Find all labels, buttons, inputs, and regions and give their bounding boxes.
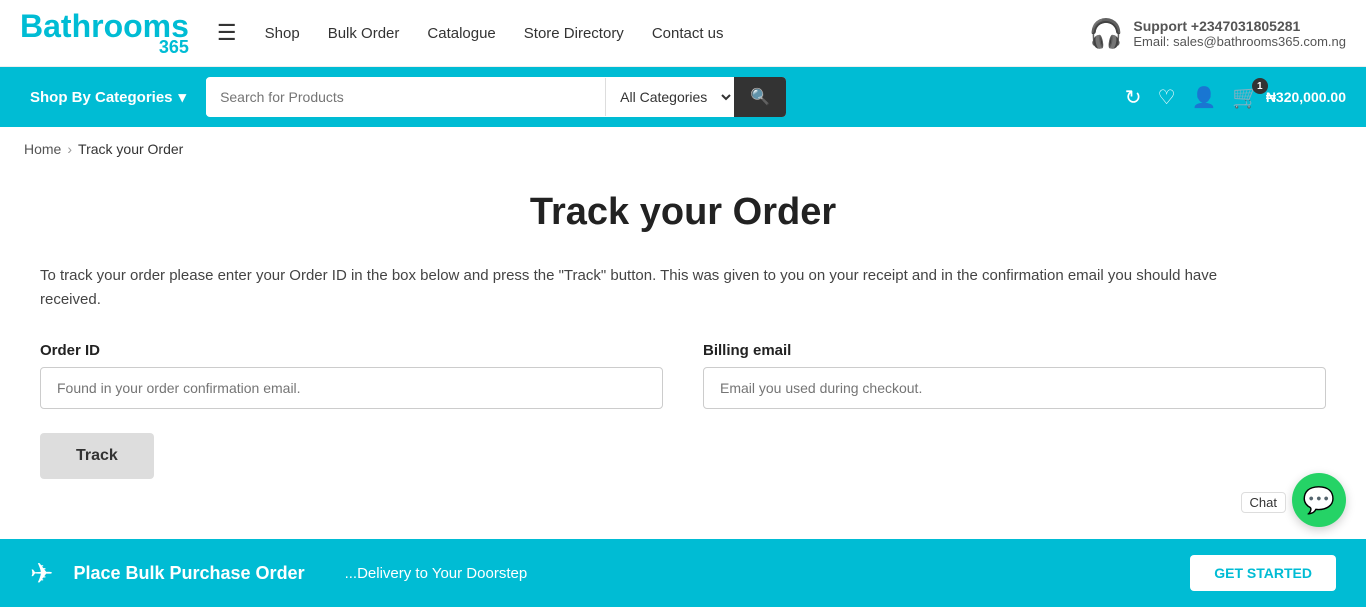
- support-label: Support: [1133, 18, 1187, 34]
- whatsapp-chat-button[interactable]: 💬 Chat: [1292, 473, 1346, 527]
- hamburger-icon: ☰: [217, 20, 237, 45]
- nav-shop[interactable]: Shop: [265, 25, 300, 42]
- bulk-primary-text: Place Bulk Purchase Order: [73, 563, 304, 584]
- top-header: Bathrooms 365 ☰ Shop Bulk Order Catalogu…: [0, 0, 1366, 67]
- breadcrumb: Home › Track your Order: [0, 127, 1366, 171]
- track-description: To track your order please enter your Or…: [40, 264, 1240, 312]
- support-headset-icon: 🎧: [1088, 17, 1123, 50]
- track-button[interactable]: Track: [40, 433, 154, 479]
- get-started-button[interactable]: GET STARTED: [1190, 555, 1336, 591]
- category-select[interactable]: All Categories: [605, 78, 734, 116]
- cart-amount: ₦320,000.00: [1266, 89, 1346, 105]
- nav-bulk-order[interactable]: Bulk Order: [328, 25, 400, 42]
- chevron-down-icon: ▾: [179, 88, 187, 106]
- page-title: Track your Order: [40, 191, 1326, 234]
- nav-store-directory[interactable]: Store Directory: [524, 25, 624, 42]
- nav-contact[interactable]: Contact us: [652, 25, 724, 42]
- chat-label: Chat: [1241, 492, 1286, 513]
- billing-email-input[interactable]: [703, 367, 1326, 409]
- search-bar: All Categories 🔍: [206, 77, 786, 117]
- refresh-button[interactable]: ↻: [1125, 85, 1142, 110]
- whatsapp-icon: 💬: [1303, 485, 1335, 516]
- billing-email-group: Billing email: [703, 342, 1326, 409]
- support-email: Email: sales@bathrooms365.com.ng: [1133, 34, 1346, 49]
- shop-by-categories-button[interactable]: Shop By Categories ▾: [20, 82, 196, 112]
- top-nav: Shop Bulk Order Catalogue Store Director…: [265, 25, 1069, 42]
- support-area: 🎧 Support +2347031805281 Email: sales@ba…: [1088, 17, 1346, 50]
- heart-icon: ♡: [1158, 87, 1176, 109]
- nav-catalogue[interactable]: Catalogue: [427, 25, 495, 42]
- shop-by-label: Shop By Categories: [30, 89, 173, 106]
- refresh-icon: ↻: [1125, 87, 1142, 109]
- cart-badge: 1: [1252, 78, 1268, 94]
- order-id-label: Order ID: [40, 342, 663, 359]
- search-icon: 🔍: [750, 89, 770, 106]
- order-id-group: Order ID: [40, 342, 663, 409]
- bulk-order-icon: ✈: [30, 557, 53, 590]
- cart-icon-wrap: 🛒 1: [1232, 84, 1259, 110]
- search-button[interactable]: 🔍: [734, 77, 786, 117]
- form-row: Order ID Billing email: [40, 342, 1326, 409]
- secondary-nav: Shop By Categories ▾ All Categories 🔍 ↻ …: [0, 67, 1366, 127]
- user-icon: 👤: [1192, 87, 1217, 109]
- logo[interactable]: Bathrooms 365: [20, 10, 189, 56]
- billing-email-label: Billing email: [703, 342, 1326, 359]
- main-content: Track your Order To track your order ple…: [0, 171, 1366, 539]
- bulk-secondary-text: ...Delivery to Your Doorstep: [345, 565, 528, 582]
- order-id-input[interactable]: [40, 367, 663, 409]
- cart-button[interactable]: 🛒 1 ₦320,000.00: [1232, 84, 1346, 110]
- breadcrumb-chevron: ›: [67, 141, 72, 157]
- logo-sub-text: 365: [159, 38, 189, 56]
- support-phone: +2347031805281: [1191, 18, 1300, 34]
- nav-icons: ↻ ♡ 👤 🛒 1 ₦320,000.00: [1125, 84, 1346, 110]
- breadcrumb-home[interactable]: Home: [24, 141, 61, 157]
- hamburger-button[interactable]: ☰: [209, 16, 245, 50]
- footer-banner: ✈ Place Bulk Purchase Order ...Delivery …: [0, 539, 1366, 607]
- search-input[interactable]: [206, 79, 605, 115]
- account-button[interactable]: 👤: [1192, 85, 1217, 110]
- breadcrumb-current: Track your Order: [78, 141, 183, 157]
- support-details: Support +2347031805281 Email: sales@bath…: [1133, 18, 1346, 49]
- wishlist-button[interactable]: ♡: [1158, 85, 1176, 110]
